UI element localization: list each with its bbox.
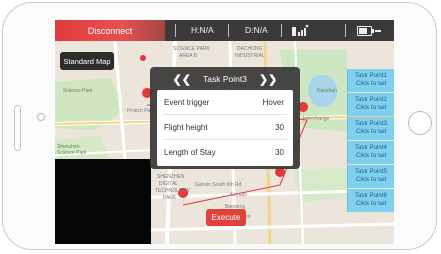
task-point-action: Click to set <box>355 151 387 159</box>
status-bar: Disconnect H:N/A D:N/A <box>55 20 394 41</box>
task-point-action: Click to set <box>355 199 387 207</box>
map-label: Gaoxin South 6th Rd <box>195 182 242 188</box>
task-point-2-button[interactable]: Task Point2 Click to set <box>347 93 394 116</box>
task-point-5-button[interactable]: Task Point5 Click to set <box>347 165 394 188</box>
separator <box>175 24 176 37</box>
map-label: Science Park <box>63 88 93 94</box>
length-of-stay-row[interactable]: Length of Stay 30 <box>157 140 293 165</box>
map-label: SCIENCE PARK <box>173 46 211 52</box>
next-arrow-icon[interactable]: ❯❯ <box>259 73 277 86</box>
battery-icon <box>357 26 374 36</box>
task-point-name: Task Point4 <box>355 144 387 151</box>
camera-preview-panel[interactable] <box>55 159 151 244</box>
task-point-name: Task Point1 <box>355 72 387 79</box>
task-point-dialog: ❮❮ Task Point3 ❯❯ Event trigger Hover Fl… <box>150 67 300 169</box>
minimize-icon[interactable] <box>375 30 381 32</box>
task-point-action: Click to set <box>355 127 387 135</box>
camera <box>37 113 45 121</box>
distance-readout: D:N/A <box>245 25 268 35</box>
app-screen: SCIENCE PARK AREA B DACHONG INDUSTRIAL S… <box>55 20 394 244</box>
earpiece <box>14 105 21 151</box>
height-readout: H:N/A <box>191 25 214 35</box>
flight-height-row[interactable]: Flight height 30 <box>157 115 293 140</box>
map-label: SHENZHEN <box>157 174 185 180</box>
task-point-3-button[interactable]: Task Point3 Click to set <box>347 117 394 140</box>
separator <box>281 24 282 37</box>
task-point-1-button[interactable]: Task Point1 Click to set <box>347 69 394 92</box>
map-label: Interchange <box>303 116 330 122</box>
signal-icon <box>292 24 309 36</box>
task-point-name: Task Point5 <box>355 168 387 175</box>
dialog-title: Task Point3 <box>203 74 247 84</box>
home-button[interactable] <box>408 111 432 135</box>
prev-arrow-icon[interactable]: ❮❮ <box>173 73 191 86</box>
dialog-header: ❮❮ Task Point3 ❯❯ <box>150 71 300 87</box>
task-point-4-button[interactable]: Task Point4 Click to set <box>347 141 394 164</box>
map-label: PARK <box>163 195 177 201</box>
execute-button[interactable]: Execute <box>206 209 246 226</box>
task-point-action: Click to set <box>355 79 387 87</box>
row-label: Length of Stay <box>164 148 216 157</box>
map-label: DACHONG <box>237 46 263 52</box>
task-point-list: Task Point1 Click to set Task Point2 Cli… <box>347 69 394 213</box>
map-label: AREA B <box>179 53 198 59</box>
map-label: Science Park <box>57 150 87 156</box>
task-point-action: Click to set <box>355 103 387 111</box>
separator <box>345 24 346 37</box>
task-point-6-button[interactable]: Task Point6 Click to set <box>347 189 394 212</box>
map-label: INDUSTRIAL <box>235 53 265 59</box>
standard-map-button[interactable]: Standard Map <box>60 52 114 70</box>
task-point-name: Task Point2 <box>355 96 387 103</box>
map-label: Nanshan <box>317 88 337 94</box>
event-trigger-row[interactable]: Event trigger Hover <box>157 90 293 115</box>
task-point-name: Task Point3 <box>355 120 387 127</box>
event-trigger-value[interactable]: Hover <box>263 98 284 107</box>
separator <box>228 24 229 37</box>
row-label: Event trigger <box>164 98 210 107</box>
map-label: DIGITAL <box>159 181 178 187</box>
length-of-stay-value[interactable]: 30 <box>275 148 284 157</box>
disconnect-button[interactable]: Disconnect <box>55 20 165 41</box>
flight-height-value[interactable]: 30 <box>275 123 284 132</box>
map-label: TECHNOLOGY <box>155 188 191 194</box>
task-point-name: Task Point6 <box>355 192 387 199</box>
task-point-action: Click to set <box>355 175 387 183</box>
task-settings-card: Event trigger Hover Flight height 30 Len… <box>157 90 293 166</box>
row-label: Flight height <box>164 123 208 132</box>
map-label: Keyuan <box>230 192 247 198</box>
